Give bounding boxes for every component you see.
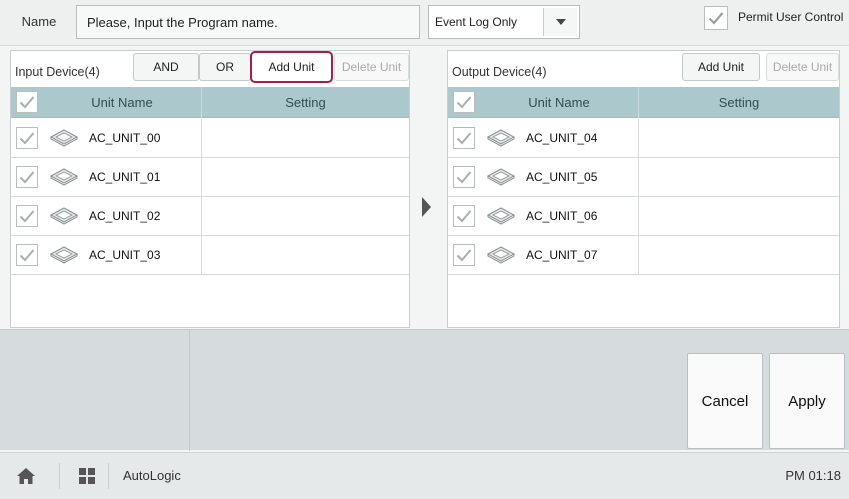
ceiling-cassette-icon xyxy=(49,207,79,225)
checkmark-icon xyxy=(19,249,35,262)
table-row[interactable]: AC_UNIT_04 xyxy=(448,119,839,158)
input-delete-unit-button[interactable]: Delete Unit xyxy=(334,53,409,81)
unit-name: AC_UNIT_01 xyxy=(89,170,161,184)
mode-select[interactable]: Event Log Only xyxy=(428,5,580,39)
unit-setting[interactable] xyxy=(638,119,839,157)
apply-button[interactable]: Apply xyxy=(769,353,845,449)
name-label: Name xyxy=(21,14,57,29)
unit-name: AC_UNIT_07 xyxy=(526,248,598,262)
ceiling-cassette-icon xyxy=(49,129,79,147)
unit-name: AC_UNIT_05 xyxy=(526,170,598,184)
row-checkbox[interactable] xyxy=(16,244,38,266)
and-button[interactable]: AND xyxy=(133,53,199,81)
output-add-unit-button[interactable]: Add Unit xyxy=(682,53,760,81)
divider xyxy=(189,330,190,451)
unit-setting[interactable] xyxy=(201,236,409,274)
checkmark-icon xyxy=(19,210,35,223)
mode-select-value: Event Log Only xyxy=(435,15,518,29)
table-row[interactable]: AC_UNIT_00 xyxy=(11,119,409,158)
grid-menu-icon[interactable] xyxy=(78,467,96,485)
output-device-title: Output Device(4) xyxy=(452,65,547,79)
table-row[interactable]: AC_UNIT_03 xyxy=(11,236,409,275)
checkmark-icon xyxy=(456,210,472,223)
row-checkbox[interactable] xyxy=(453,205,475,227)
ceiling-cassette-icon xyxy=(486,168,516,186)
action-area: Cancel Apply xyxy=(0,329,849,451)
row-checkbox[interactable] xyxy=(453,127,475,149)
output-col-unit-name: Unit Name xyxy=(528,95,590,110)
output-select-all-checkbox[interactable] xyxy=(453,91,475,113)
output-col-setting: Setting xyxy=(638,87,839,118)
checkmark-icon xyxy=(456,96,472,109)
input-col-setting: Setting xyxy=(201,87,409,118)
home-icon[interactable] xyxy=(16,467,36,485)
unit-setting[interactable] xyxy=(201,119,409,157)
input-select-all-checkbox[interactable] xyxy=(16,91,38,113)
table-row[interactable]: AC_UNIT_07 xyxy=(448,236,839,275)
ceiling-cassette-icon xyxy=(486,207,516,225)
row-checkbox[interactable] xyxy=(16,205,38,227)
unit-setting[interactable] xyxy=(201,197,409,235)
row-checkbox[interactable] xyxy=(16,127,38,149)
ceiling-cassette-icon xyxy=(486,129,516,147)
checkmark-icon xyxy=(456,132,472,145)
checkmark-icon xyxy=(456,171,472,184)
dropdown-arrow-icon[interactable] xyxy=(543,8,577,36)
unit-name: AC_UNIT_00 xyxy=(89,131,161,145)
ceiling-cassette-icon xyxy=(49,246,79,264)
table-row[interactable]: AC_UNIT_06 xyxy=(448,197,839,236)
checkmark-icon xyxy=(708,12,724,25)
checkmark-icon xyxy=(19,96,35,109)
unit-name: AC_UNIT_02 xyxy=(89,209,161,223)
unit-setting[interactable] xyxy=(201,158,409,196)
checkmark-icon xyxy=(19,171,35,184)
unit-setting[interactable] xyxy=(638,158,839,196)
checkmark-icon xyxy=(19,132,35,145)
program-name-input[interactable] xyxy=(76,5,420,39)
permit-checkbox[interactable] xyxy=(704,6,728,30)
row-checkbox[interactable] xyxy=(16,166,38,188)
input-col-unit-name: Unit Name xyxy=(91,95,153,110)
top-bar: Name Event Log Only Permit User Control xyxy=(0,0,849,46)
or-button[interactable]: OR xyxy=(199,53,251,81)
ceiling-cassette-icon xyxy=(486,246,516,264)
table-row[interactable]: AC_UNIT_02 xyxy=(11,197,409,236)
checkmark-icon xyxy=(456,249,472,262)
cancel-button[interactable]: Cancel xyxy=(687,353,763,449)
input-table-header: Unit Name Setting xyxy=(11,87,409,118)
table-row[interactable]: AC_UNIT_01 xyxy=(11,158,409,197)
output-table-header: Unit Name Setting xyxy=(448,87,839,118)
app-name: AutoLogic xyxy=(123,468,181,483)
unit-setting[interactable] xyxy=(638,197,839,235)
output-device-panel: Output Device(4) Add Unit Delete Unit Un… xyxy=(447,50,840,328)
row-checkbox[interactable] xyxy=(453,166,475,188)
divider xyxy=(108,463,109,489)
unit-name: AC_UNIT_06 xyxy=(526,209,598,223)
divider xyxy=(59,463,60,489)
status-bar: AutoLogic PM 01:18 xyxy=(0,452,849,499)
input-add-unit-button[interactable]: Add Unit xyxy=(250,51,333,83)
table-row[interactable]: AC_UNIT_05 xyxy=(448,158,839,197)
unit-setting[interactable] xyxy=(638,236,839,274)
output-delete-unit-button[interactable]: Delete Unit xyxy=(766,53,839,81)
input-device-panel: Input Device(4) AND OR Add Unit Delete U… xyxy=(10,50,410,328)
unit-name: AC_UNIT_03 xyxy=(89,248,161,262)
row-checkbox[interactable] xyxy=(453,244,475,266)
right-arrow-icon xyxy=(422,197,431,217)
input-device-title: Input Device(4) xyxy=(15,65,100,79)
ceiling-cassette-icon xyxy=(49,168,79,186)
permit-label: Permit User Control xyxy=(738,10,844,24)
permit-user-control[interactable]: Permit User Control xyxy=(704,4,849,34)
unit-name: AC_UNIT_04 xyxy=(526,131,598,145)
clock: PM 01:18 xyxy=(785,468,841,483)
